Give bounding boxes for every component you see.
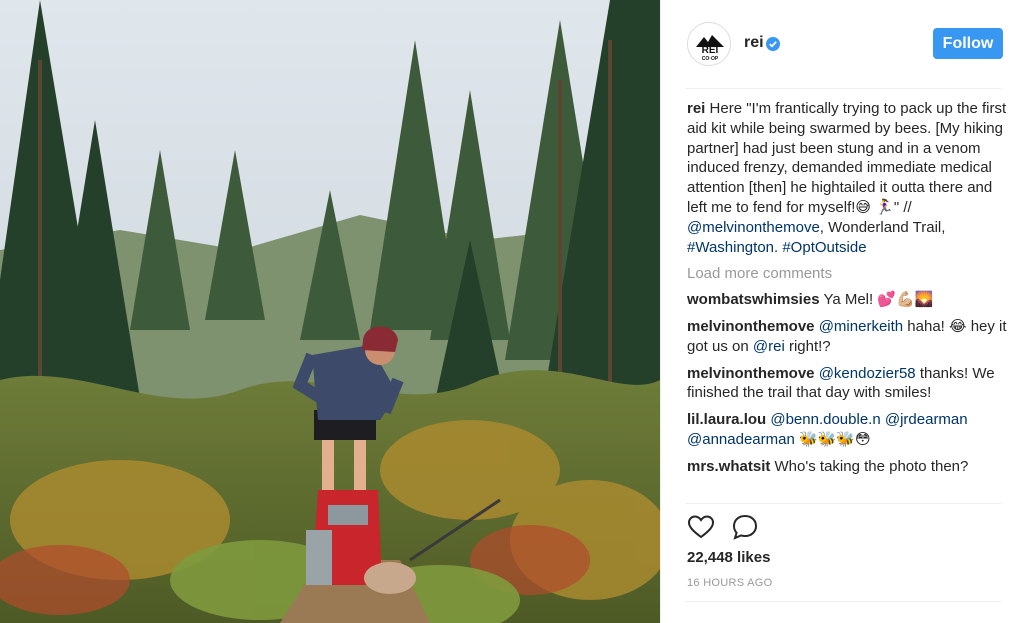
caption: rei Here "I'm frantically trying to pack…	[687, 99, 1007, 257]
comment-icon[interactable]	[731, 513, 759, 541]
post-header: REI CO·OP rei Follow	[661, 0, 1024, 88]
divider	[685, 503, 1001, 504]
comment-mention[interactable]: @kendozier58	[819, 365, 916, 382]
heart-icon[interactable]	[687, 513, 715, 541]
follow-button[interactable]: Follow	[933, 28, 1003, 59]
comment-mention[interactable]: @jrdearman	[885, 411, 968, 428]
comments-list: rei Here "I'm frantically trying to pack…	[687, 99, 1007, 484]
divider	[685, 601, 1001, 602]
svg-text:CO·OP: CO·OP	[702, 56, 719, 62]
load-more-comments-link[interactable]: Load more comments	[687, 264, 1007, 284]
comment-mention[interactable]: @rei	[753, 338, 785, 355]
comment-mention[interactable]: @benn.double.n	[770, 411, 880, 428]
likes-count[interactable]: 22,448 likes	[687, 549, 770, 566]
comment-username[interactable]: melvinonthemove	[687, 318, 815, 335]
comment-username[interactable]: melvinonthemove	[687, 365, 815, 382]
hashtag-optoutside[interactable]: #OptOutside	[782, 239, 866, 256]
comment-text: Ya Mel! 💕💪🏼🌄	[819, 291, 934, 309]
comment-mention[interactable]: @minerkeith	[819, 318, 903, 335]
avatar[interactable]: REI CO·OP	[687, 22, 731, 66]
caption-text-2: , Wonderland Trail,	[819, 218, 946, 236]
comment-item: melvinonthemove @kendozier58 thanks! We …	[687, 364, 1007, 404]
comment-mention[interactable]: @annadearman	[687, 431, 795, 448]
comment-item: wombatswhimsies Ya Mel! 💕💪🏼🌄	[687, 290, 1007, 310]
rei-logo: REI CO·OP	[688, 23, 730, 65]
hashtag-washington[interactable]: #Washington	[687, 239, 774, 256]
post-side-panel: REI CO·OP rei Follow rei Here "I'm frant…	[660, 0, 1024, 623]
post-timestamp[interactable]: 16 HOURS AGO	[687, 577, 773, 589]
caption-username[interactable]: rei	[687, 100, 705, 117]
comment-text: 🐝🐝🐝😳	[794, 430, 871, 448]
comment-text: right!?	[784, 337, 831, 355]
comment-username[interactable]: mrs.whatsit	[687, 458, 770, 475]
svg-text:REI: REI	[702, 45, 719, 56]
comment-item: lil.laura.lou @benn.double.n @jrdearman …	[687, 410, 1007, 450]
divider	[685, 88, 1001, 89]
instagram-post: REI CO·OP rei Follow rei Here "I'm frant…	[0, 0, 1024, 623]
hiker-forest-photo	[0, 0, 660, 623]
post-username[interactable]: rei	[744, 34, 764, 52]
comment-username[interactable]: lil.laura.lou	[687, 411, 766, 428]
comment-username[interactable]: wombatswhimsies	[687, 291, 820, 308]
caption-mention[interactable]: @melvinonthemove	[687, 219, 820, 236]
comment-item: melvinonthemove @minerkeith haha! 😂 hey …	[687, 317, 1007, 357]
caption-text: Here "I'm frantically trying to pack up …	[687, 100, 1007, 216]
comment-text: Who's taking the photo then?	[770, 457, 969, 475]
comment-item: mrs.whatsit Who's taking the photo then?	[687, 457, 1007, 477]
verified-badge-icon	[766, 37, 780, 51]
post-photo[interactable]	[0, 0, 660, 623]
